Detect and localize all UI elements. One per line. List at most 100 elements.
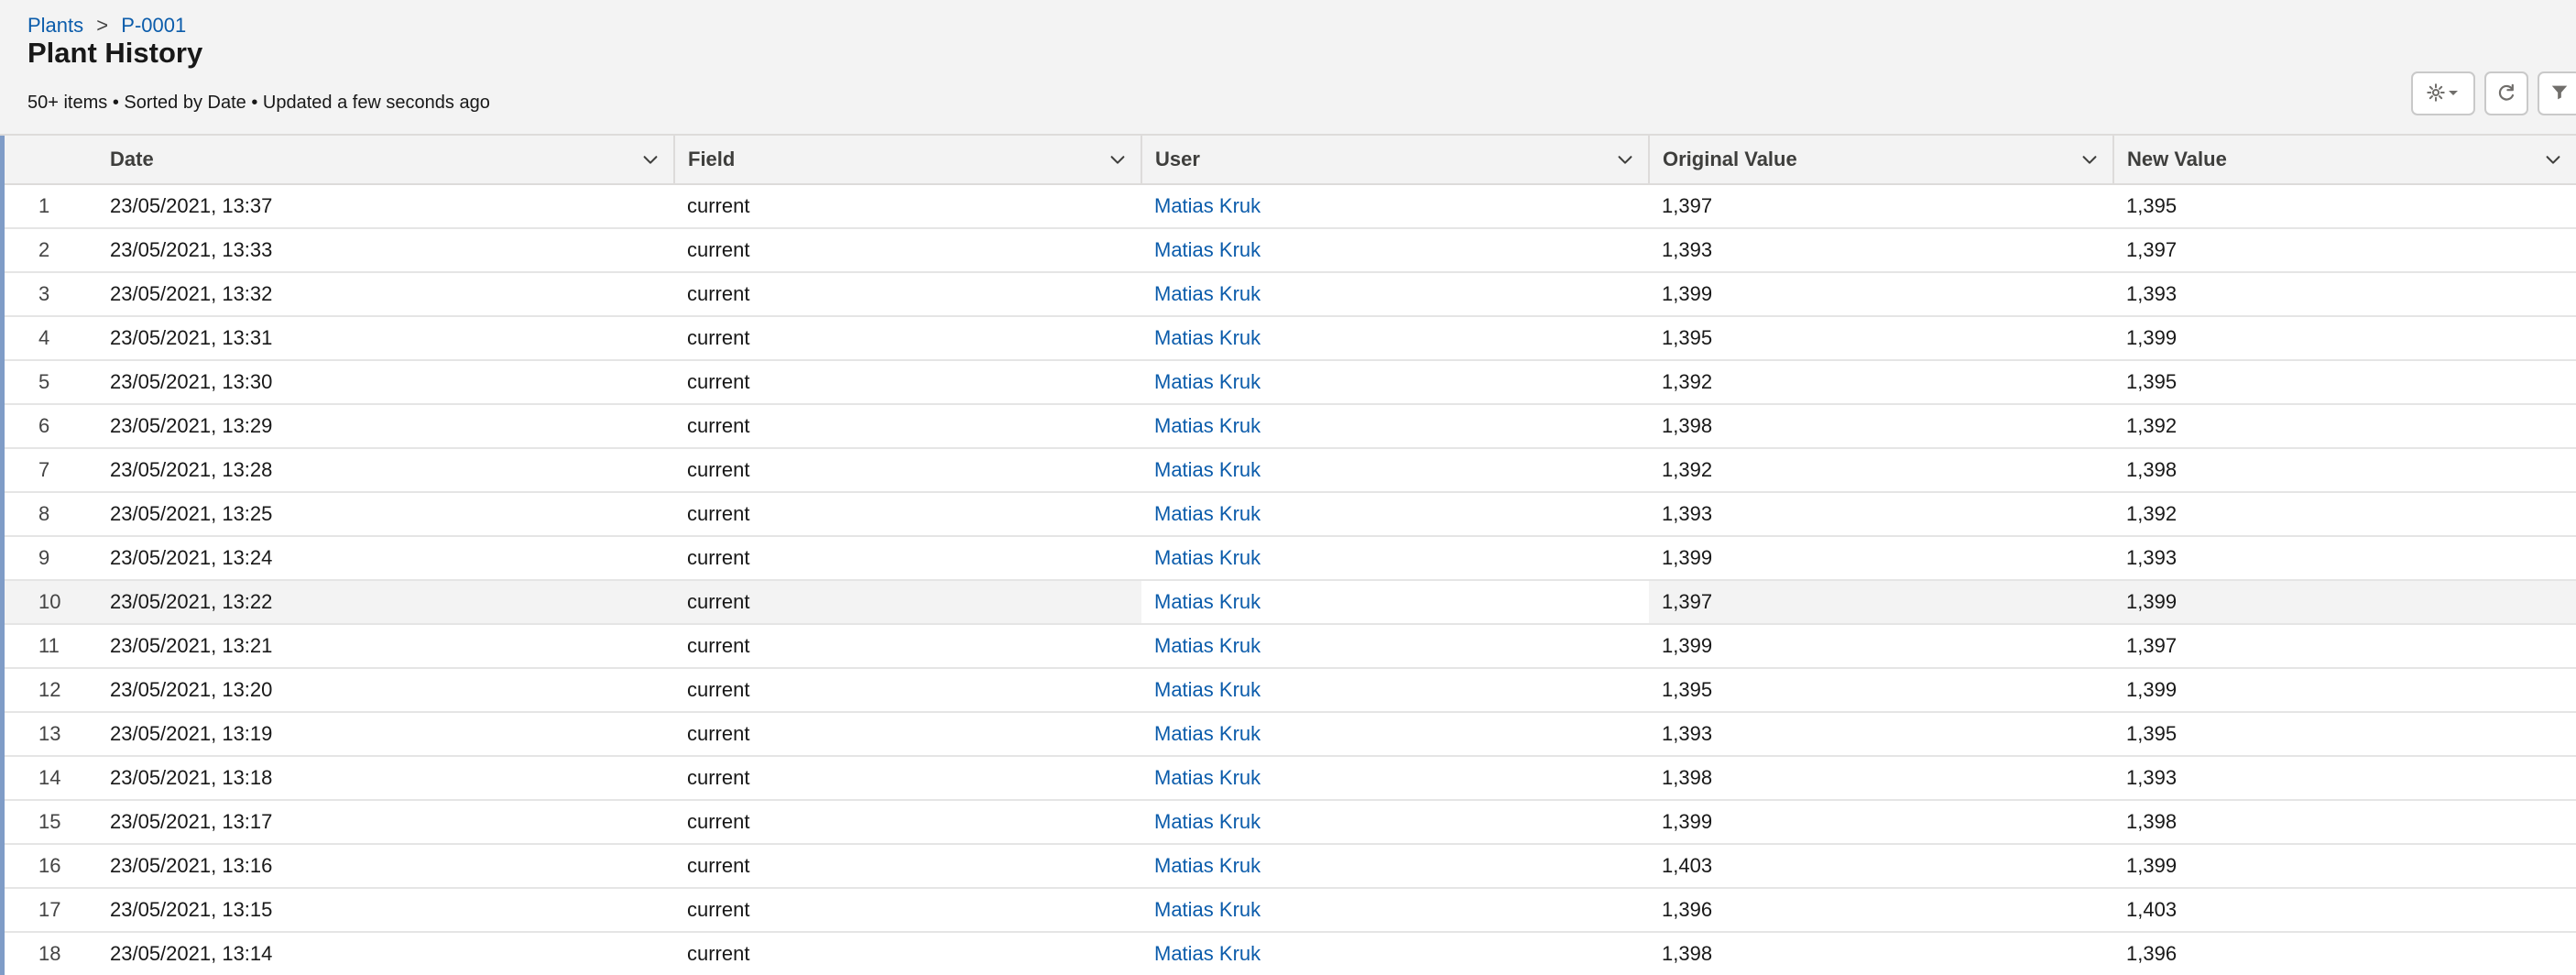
field-cell: current [687, 634, 750, 657]
user-link[interactable]: Matias Kruk [1154, 942, 1261, 965]
caret-down-icon [2446, 85, 2461, 103]
field-cell: current [687, 810, 750, 833]
breadcrumb-record-link[interactable]: P-0001 [121, 14, 186, 37]
row-number: 18 [38, 942, 61, 965]
date-cell: 23/05/2021, 13:37 [110, 194, 273, 217]
field-cell: current [687, 546, 750, 569]
column-header-date[interactable]: Date [97, 136, 675, 185]
user-link[interactable]: Matias Kruk [1154, 898, 1261, 921]
date-cell: 23/05/2021, 13:29 [110, 414, 273, 437]
date-cell: 23/05/2021, 13:28 [110, 458, 273, 481]
chevron-down-icon[interactable] [640, 149, 660, 170]
column-label-user: User [1155, 148, 1200, 170]
user-cell: Matias Kruk [1141, 404, 1649, 448]
user-link[interactable]: Matias Kruk [1154, 502, 1261, 525]
original-value-cell: 1,392 [1662, 458, 1713, 481]
field-cell: current [687, 502, 750, 525]
date-cell: 23/05/2021, 13:14 [110, 942, 273, 965]
user-cell: Matias Kruk [1141, 712, 1649, 756]
user-link[interactable]: Matias Kruk [1154, 458, 1261, 481]
history-table-container: Date Field User Original Value New Value… [5, 136, 2576, 975]
row-number: 16 [38, 854, 61, 877]
breadcrumb-plants-link[interactable]: Plants [27, 14, 83, 37]
filter-button[interactable] [2538, 71, 2576, 115]
new-value-cell: 1,393 [2126, 766, 2178, 789]
row-number: 9 [38, 546, 50, 569]
column-label-original-value: Original Value [1663, 148, 1797, 170]
date-cell: 23/05/2021, 13:20 [110, 678, 273, 701]
user-cell: Matias Kruk [1141, 756, 1649, 800]
user-cell: Matias Kruk [1141, 844, 1649, 888]
table-row: 17 23/05/2021, 13:15 current Matias Kruk… [5, 888, 2576, 932]
user-link[interactable]: Matias Kruk [1154, 590, 1261, 613]
column-header-user[interactable]: User [1141, 136, 1650, 185]
user-cell: Matias Kruk [1141, 888, 1649, 932]
date-cell: 23/05/2021, 13:19 [110, 722, 273, 745]
user-link[interactable]: Matias Kruk [1154, 678, 1261, 701]
new-value-cell: 1,399 [2126, 678, 2178, 701]
user-link[interactable]: Matias Kruk [1154, 810, 1261, 833]
table-body: 1 23/05/2021, 13:37 current Matias Kruk … [5, 184, 2576, 975]
user-link[interactable]: Matias Kruk [1154, 238, 1261, 261]
chevron-down-icon[interactable] [1108, 149, 1128, 170]
original-value-cell: 1,395 [1662, 678, 1713, 701]
new-value-cell: 1,397 [2126, 238, 2178, 261]
user-link[interactable]: Matias Kruk [1154, 722, 1261, 745]
page-title: Plant History [27, 37, 203, 69]
original-value-cell: 1,399 [1662, 810, 1713, 833]
column-label-date: Date [110, 148, 154, 170]
field-cell: current [687, 458, 750, 481]
row-number: 4 [38, 326, 50, 349]
column-header-field[interactable]: Field [674, 136, 1142, 185]
user-link[interactable]: Matias Kruk [1154, 326, 1261, 349]
user-link[interactable]: Matias Kruk [1154, 194, 1261, 217]
field-cell: current [687, 898, 750, 921]
field-cell: current [687, 282, 750, 305]
user-cell: Matias Kruk [1141, 668, 1649, 712]
column-header-new-value[interactable]: New Value [2113, 136, 2576, 185]
new-value-cell: 1,392 [2126, 502, 2178, 525]
new-value-cell: 1,392 [2126, 414, 2178, 437]
user-link[interactable]: Matias Kruk [1154, 766, 1261, 789]
field-cell: current [687, 678, 750, 701]
filter-icon [2549, 82, 2570, 105]
new-value-cell: 1,393 [2126, 546, 2178, 569]
user-link[interactable]: Matias Kruk [1154, 282, 1261, 305]
refresh-button[interactable] [2484, 71, 2528, 115]
new-value-cell: 1,399 [2113, 580, 2576, 624]
chevron-down-icon[interactable] [2079, 149, 2100, 170]
table-row: 4 23/05/2021, 13:31 current Matias Kruk … [5, 316, 2576, 360]
field-cell: current [687, 326, 750, 349]
table-row: 6 23/05/2021, 13:29 current Matias Kruk … [5, 404, 2576, 448]
user-cell: Matias Kruk [1141, 624, 1649, 668]
field-cell: current [687, 722, 750, 745]
original-value-cell: 1,397 [1649, 580, 2113, 624]
new-value-cell: 1,395 [2126, 722, 2178, 745]
new-value-cell: 1,397 [2126, 634, 2178, 657]
chevron-down-icon[interactable] [1615, 149, 1635, 170]
field-cell: current [687, 194, 750, 217]
user-link[interactable]: Matias Kruk [1154, 546, 1261, 569]
user-link[interactable]: Matias Kruk [1154, 370, 1261, 393]
new-value-cell: 1,398 [2126, 458, 2178, 481]
user-link[interactable]: Matias Kruk [1154, 854, 1261, 877]
new-value-cell: 1,395 [2126, 194, 2178, 217]
user-cell: Matias Kruk [1141, 932, 1649, 975]
list-settings-button[interactable] [2411, 71, 2475, 115]
user-cell: Matias Kruk [1141, 360, 1649, 404]
original-value-cell: 1,396 [1662, 898, 1713, 921]
original-value-cell: 1,399 [1662, 634, 1713, 657]
user-link[interactable]: Matias Kruk [1154, 414, 1261, 437]
user-link[interactable]: Matias Kruk [1154, 634, 1261, 657]
date-cell: 23/05/2021, 13:24 [110, 546, 273, 569]
date-cell: 23/05/2021, 13:17 [110, 810, 273, 833]
new-value-cell: 1,399 [2126, 854, 2178, 877]
column-header-original-value[interactable]: Original Value [1649, 136, 2114, 185]
chevron-down-icon[interactable] [2543, 149, 2563, 170]
user-cell: Matias Kruk [1141, 272, 1649, 316]
original-value-cell: 1,395 [1662, 326, 1713, 349]
row-number: 6 [38, 414, 50, 437]
field-cell: current [687, 414, 750, 437]
user-cell: Matias Kruk [1141, 184, 1649, 228]
user-cell: Matias Kruk [1141, 448, 1649, 492]
